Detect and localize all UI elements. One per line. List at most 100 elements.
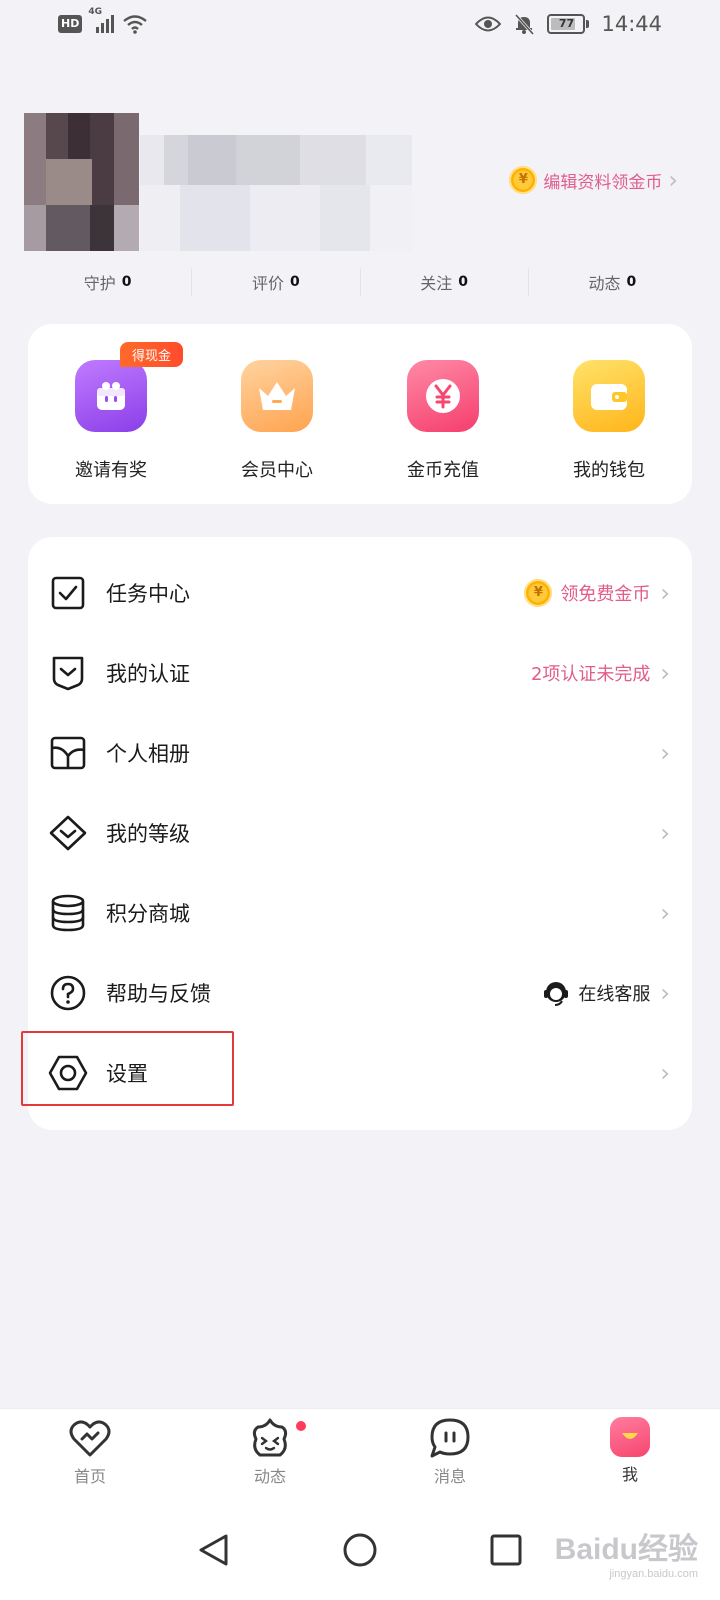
quick-actions-card: 得现金 邀请有奖 会员中心 金币充值 我的钱包 bbox=[28, 324, 692, 504]
customer-service-icon bbox=[544, 982, 569, 1006]
menu-item-verification[interactable]: 我的认证 2项认证未完成 › bbox=[28, 633, 692, 713]
signal-icon: 4G bbox=[88, 7, 115, 33]
battery-level: 77 bbox=[558, 17, 575, 30]
edit-profile-link[interactable]: ¥ 编辑资料领金币 › bbox=[509, 166, 678, 194]
star-face-icon bbox=[252, 1418, 288, 1457]
quick-label: 我的钱包 bbox=[573, 460, 645, 481]
stat-value: 0 bbox=[290, 274, 300, 290]
online-service-link[interactable]: 在线客服 bbox=[542, 979, 650, 1007]
settings-highlight-annotation bbox=[21, 1031, 234, 1106]
battery-icon: 77 bbox=[547, 14, 590, 34]
status-right: 77 14:44 bbox=[475, 12, 662, 36]
coin-stack-icon bbox=[48, 893, 88, 933]
verification-status: 2项认证未完成 bbox=[530, 664, 651, 685]
menu-item-help-feedback[interactable]: 帮助与反馈 在线客服 › bbox=[28, 953, 692, 1033]
nav-label: 消息 bbox=[433, 1467, 466, 1486]
chevron-right-icon: › bbox=[660, 659, 670, 687]
nav-label: 动态 bbox=[253, 1467, 286, 1486]
quick-label: 金币充值 bbox=[407, 460, 479, 481]
notification-dot bbox=[296, 1421, 306, 1431]
menu-label: 任务中心 bbox=[106, 582, 190, 606]
coin-icon: ¥ bbox=[509, 166, 538, 194]
quick-item-invite[interactable]: 得现金 邀请有奖 bbox=[28, 324, 194, 504]
online-service-label: 在线客服 bbox=[578, 984, 651, 1005]
gift-icon bbox=[75, 360, 147, 432]
username-blurred bbox=[140, 135, 412, 251]
clock: 14:44 bbox=[601, 12, 662, 36]
menu-item-level[interactable]: 我的等级 › bbox=[28, 793, 692, 873]
nav-label: 首页 bbox=[73, 1467, 106, 1486]
stat-label: 评价 bbox=[251, 274, 284, 293]
wifi-icon bbox=[123, 15, 148, 34]
stat-label: 守护 bbox=[83, 274, 116, 293]
nav-label: 我 bbox=[621, 1465, 638, 1484]
menu-label: 我的认证 bbox=[106, 662, 190, 686]
diamond-icon bbox=[48, 813, 88, 853]
stat-following[interactable]: 关注 0 bbox=[361, 268, 529, 296]
back-icon[interactable] bbox=[196, 1532, 232, 1568]
stat-value: 0 bbox=[121, 274, 132, 290]
network-label: 4G bbox=[88, 7, 102, 17]
quick-label: 会员中心 bbox=[241, 460, 313, 481]
status-left: HD 4G bbox=[58, 7, 148, 34]
menu-card: 任务中心 ¥ 领免费金币 › 我的认证 2项认证未完成 › 个人相册 › 我的等… bbox=[21, 537, 692, 1130]
baidu-watermark: Baidu经验 jingyan.baidu.com bbox=[555, 1524, 698, 1580]
stat-value: 0 bbox=[458, 274, 468, 290]
shield-check-icon bbox=[48, 653, 88, 693]
free-coins-label: 领免费金币 bbox=[560, 584, 651, 605]
status-bar: HD 4G 77 14:44 bbox=[0, 0, 720, 52]
question-icon bbox=[48, 973, 88, 1013]
quick-label: 邀请有奖 bbox=[75, 460, 147, 481]
stat-label: 动态 bbox=[588, 274, 621, 293]
system-nav-bar: Baidu经验 jingyan.baidu.com bbox=[0, 1500, 720, 1600]
chevron-right-icon: › bbox=[660, 739, 670, 767]
quick-item-wallet[interactable]: 我的钱包 bbox=[526, 324, 692, 504]
quick-item-vip[interactable]: 会员中心 bbox=[194, 324, 360, 504]
quick-item-recharge[interactable]: 金币充值 bbox=[360, 324, 526, 504]
cash-badge: 得现金 bbox=[120, 342, 184, 367]
album-icon bbox=[48, 733, 88, 773]
tab-moments[interactable]: 动态 bbox=[180, 1409, 360, 1500]
yen-coin-icon bbox=[407, 360, 479, 432]
tab-me[interactable]: 我 bbox=[540, 1409, 720, 1500]
eye-icon bbox=[475, 16, 502, 32]
menu-label: 积分商城 bbox=[106, 902, 190, 926]
chevron-right-icon: › bbox=[660, 819, 670, 847]
wallet-icon bbox=[573, 360, 645, 432]
heart-home-icon bbox=[69, 1420, 111, 1457]
chat-bubble-icon bbox=[430, 1418, 470, 1458]
menu-extra: ¥ 领免费金币 bbox=[524, 579, 650, 607]
chevron-right-icon: › bbox=[660, 899, 670, 927]
menu-item-album[interactable]: 个人相册 › bbox=[28, 713, 692, 793]
stat-posts[interactable]: 动态 0 bbox=[529, 268, 696, 296]
chevron-right-icon: › bbox=[668, 166, 678, 194]
menu-label: 我的等级 bbox=[106, 822, 190, 846]
chevron-right-icon: › bbox=[660, 1059, 670, 1087]
avatar[interactable] bbox=[24, 113, 139, 251]
me-icon bbox=[610, 1417, 650, 1457]
stat-label: 关注 bbox=[420, 274, 453, 293]
coin-icon: ¥ bbox=[524, 579, 553, 607]
stat-guard[interactable]: 守护 0 bbox=[24, 268, 193, 296]
watermark-main: Baidu经验 bbox=[554, 1533, 698, 1566]
edit-profile-label: 编辑资料领金币 bbox=[543, 172, 663, 193]
watermark-sub: jingyan.baidu.com bbox=[609, 1568, 698, 1580]
bottom-nav: 首页 动态 消息 我 bbox=[0, 1408, 720, 1500]
hd-indicator: HD bbox=[58, 15, 83, 33]
tab-messages[interactable]: 消息 bbox=[360, 1409, 540, 1500]
menu-item-task-center[interactable]: 任务中心 ¥ 领免费金币 › bbox=[28, 553, 692, 633]
profile-stats: 守护 0 评价 0 关注 0 动态 0 bbox=[24, 268, 696, 296]
tab-home[interactable]: 首页 bbox=[0, 1409, 180, 1500]
chevron-right-icon: › bbox=[660, 979, 670, 1007]
recents-square-icon[interactable] bbox=[488, 1532, 524, 1568]
menu-label: 个人相册 bbox=[106, 742, 190, 766]
menu-extra: 2项认证未完成 bbox=[531, 660, 650, 686]
mute-bell-icon bbox=[515, 13, 535, 35]
checkbox-icon bbox=[48, 573, 88, 613]
menu-label: 帮助与反馈 bbox=[106, 982, 211, 1006]
stat-review[interactable]: 评价 0 bbox=[192, 268, 361, 296]
home-circle-icon[interactable] bbox=[342, 1532, 378, 1568]
menu-item-points-mall[interactable]: 积分商城 › bbox=[28, 873, 692, 953]
crown-icon bbox=[241, 360, 313, 432]
chevron-right-icon: › bbox=[660, 579, 670, 607]
